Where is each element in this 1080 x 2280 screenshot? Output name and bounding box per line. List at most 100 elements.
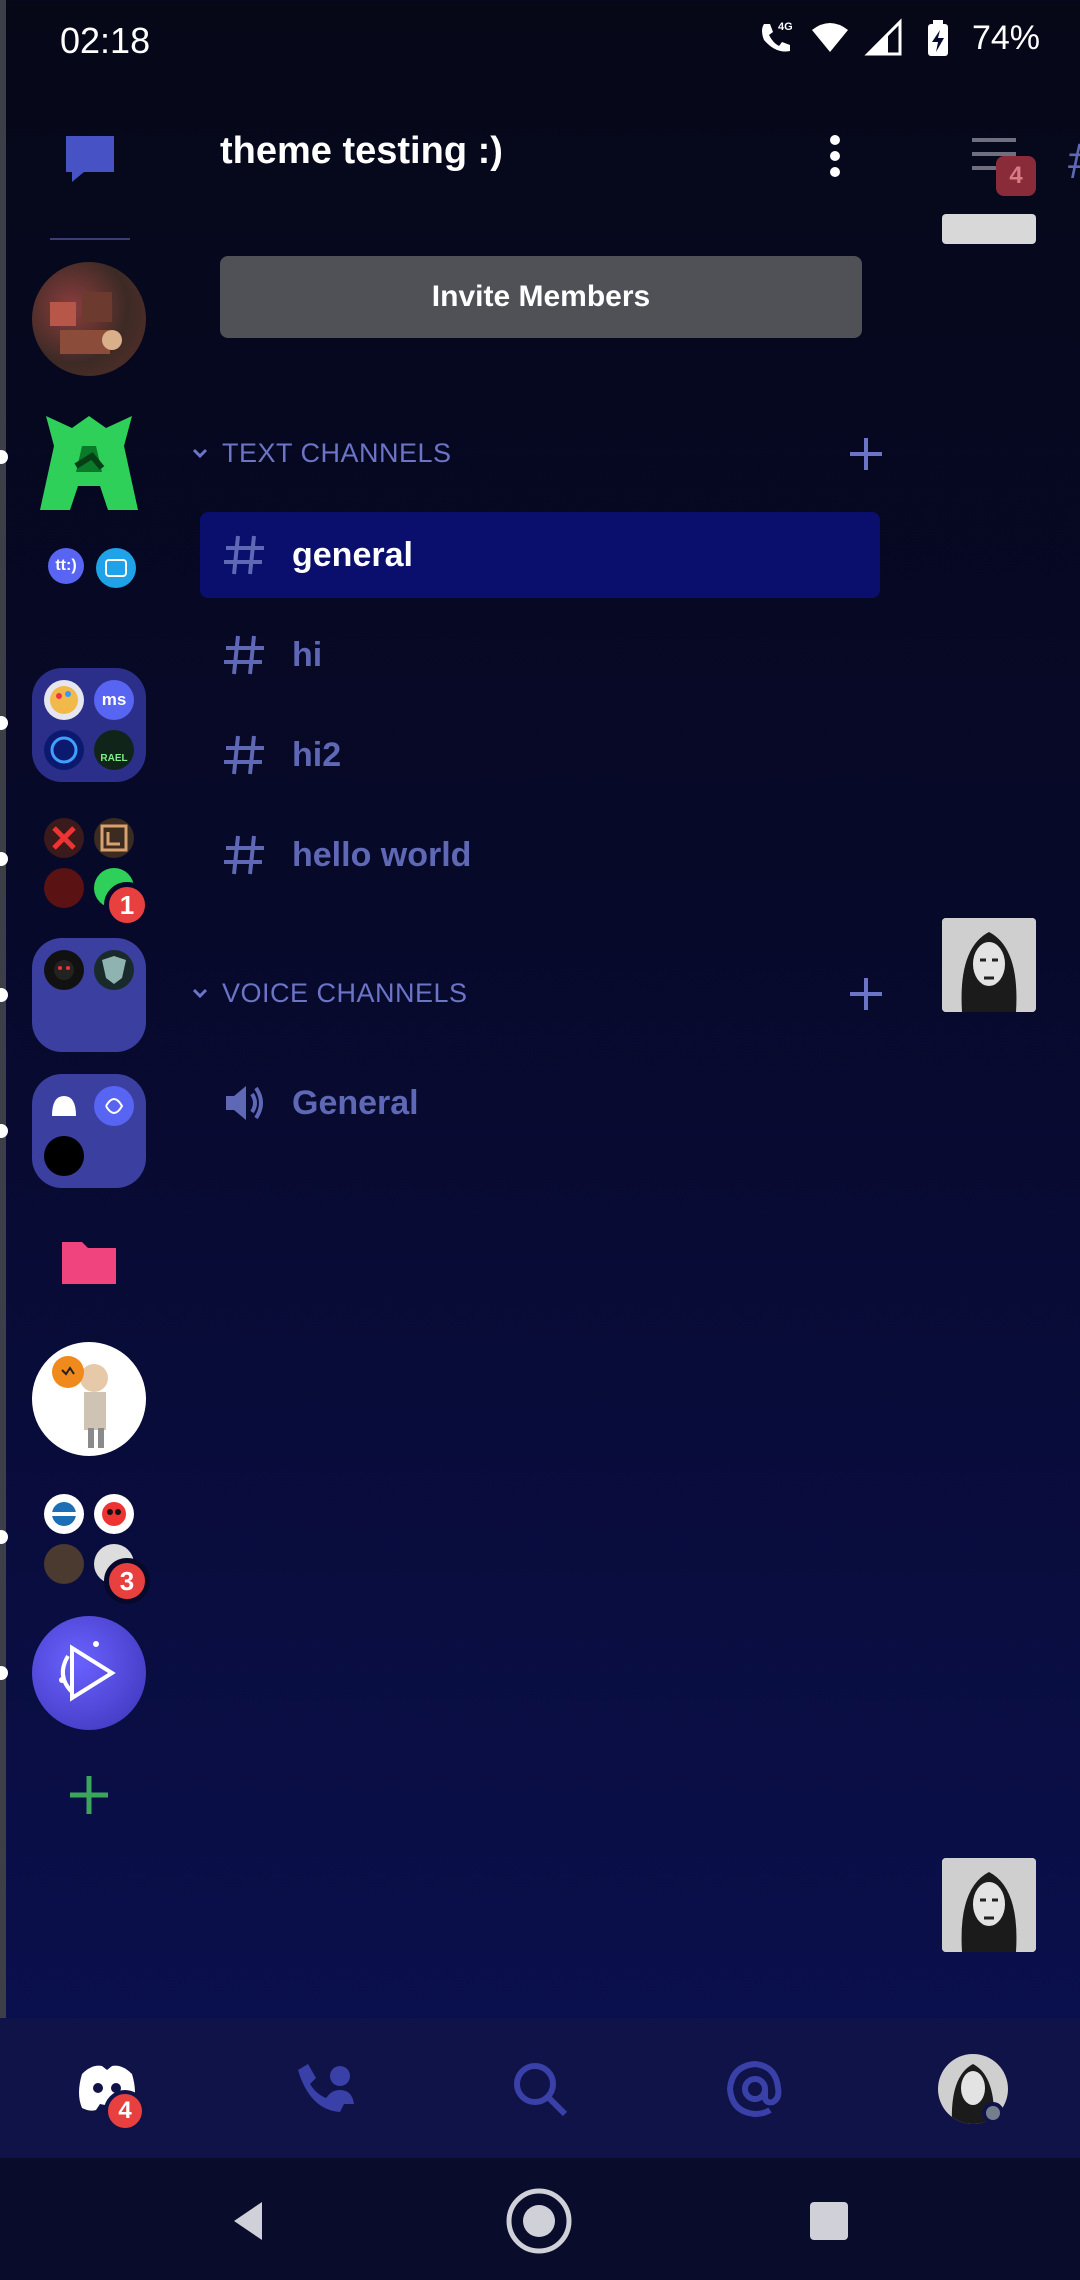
category-voice-channels[interactable]: VOICE CHANNELS xyxy=(188,968,888,1018)
status-offline-indicator xyxy=(982,2102,1004,2124)
channel-general[interactable]: general xyxy=(200,512,880,598)
character-avatar-image xyxy=(52,1356,108,1448)
channel-label: hello world xyxy=(292,835,472,874)
add-channel-icon[interactable] xyxy=(844,972,888,1016)
channel-label: General xyxy=(292,1083,419,1122)
battery-charging-icon xyxy=(927,20,948,56)
server-rail: tt:) ms RAEL 1 3 xyxy=(0,120,180,2000)
add-channel-icon[interactable] xyxy=(844,432,888,476)
folder-server-red xyxy=(44,868,84,908)
server-folder-4[interactable] xyxy=(32,1074,146,1188)
red-face-icon xyxy=(102,1502,126,1526)
server-folder-5[interactable]: 3 xyxy=(32,1482,150,1604)
members-badge: 4 xyxy=(996,156,1036,196)
ghost-logo-icon xyxy=(52,1096,76,1116)
shield-logo-icon xyxy=(102,956,126,984)
unread-pill xyxy=(0,852,8,866)
server-folder-3[interactable] xyxy=(32,938,146,1052)
server-folder-1[interactable]: ms RAEL xyxy=(32,668,146,782)
category-label: TEXT CHANNELS xyxy=(222,437,452,468)
blue-server-icon xyxy=(105,559,127,577)
folder-server-paint xyxy=(44,680,84,720)
folder-server-globe xyxy=(44,730,84,770)
unread-pill xyxy=(0,716,8,730)
chat-peek: 4 # xyxy=(920,110,1080,2010)
red-eye-icon xyxy=(54,960,74,980)
wifi-icon xyxy=(811,23,848,52)
category-text-channels[interactable]: TEXT CHANNELS xyxy=(188,428,888,478)
hash-icon xyxy=(224,835,264,875)
battery-percent: 74% xyxy=(971,18,1040,57)
home-badge: 4 xyxy=(104,2090,146,2132)
search-icon[interactable] xyxy=(505,2054,575,2124)
invite-members-button[interactable]: Invite Members xyxy=(220,256,862,338)
channel-label: general xyxy=(292,535,413,574)
guild-name[interactable]: theme testing :) xyxy=(220,130,503,173)
channel-hello-world[interactable]: hello world xyxy=(200,812,880,898)
ls-logo-icon xyxy=(100,824,128,852)
x-logo-icon xyxy=(52,826,76,850)
portrait-image xyxy=(942,918,1036,1012)
swirl-icon xyxy=(105,1098,124,1114)
message-avatar xyxy=(942,214,1036,244)
signal-icon xyxy=(864,18,902,56)
portrait-image xyxy=(942,1858,1036,1952)
channel-hi[interactable]: hi xyxy=(200,612,880,698)
voice-channel-general[interactable]: General xyxy=(200,1060,880,1146)
folder-server-red-face xyxy=(94,1494,134,1534)
unread-pill xyxy=(0,988,8,1002)
server-icon-play[interactable] xyxy=(32,1616,146,1730)
folder-server-blue-ring xyxy=(44,1494,84,1534)
chat-bubble-icon[interactable] xyxy=(62,134,118,184)
category-label: VOICE CHANNELS xyxy=(222,977,468,1008)
add-server-icon[interactable] xyxy=(62,1768,116,1822)
speaker-icon xyxy=(226,1086,263,1120)
server-photo-image xyxy=(50,292,122,354)
server-folder-2[interactable]: 1 xyxy=(32,806,150,928)
folder-server-ms: ms xyxy=(94,680,134,720)
folder-server-black xyxy=(44,1136,84,1176)
unread-pill xyxy=(0,450,8,464)
play-logo-icon xyxy=(59,1641,116,1702)
folder-server-shield xyxy=(94,950,134,990)
mini-server-blue[interactable] xyxy=(96,548,136,588)
channel-label: hi2 xyxy=(292,735,342,774)
mention-badge: 3 xyxy=(104,1558,150,1604)
mentions-icon[interactable] xyxy=(720,2054,790,2124)
server-icon-green-a[interactable] xyxy=(32,406,146,520)
folder-icon[interactable] xyxy=(60,1236,118,1286)
message-avatar xyxy=(942,918,1036,1012)
message-avatar xyxy=(942,1858,1036,1952)
folder-server-clyde xyxy=(44,1086,84,1126)
folder-server-dark-face xyxy=(44,950,84,990)
chevron-down-icon xyxy=(192,988,208,999)
palette-icon xyxy=(50,686,78,714)
channel-hi2[interactable]: hi2 xyxy=(200,712,880,798)
channel-panel: theme testing :) Invite Members TEXT CHA… xyxy=(180,110,920,2010)
unread-pill xyxy=(0,1530,8,1544)
folder-server-ls xyxy=(94,818,134,858)
unread-pill xyxy=(0,1124,8,1138)
status-icons: 4G 74% xyxy=(756,18,1040,58)
mini-server-tt[interactable]: tt:) xyxy=(48,548,84,584)
back-icon[interactable] xyxy=(214,2186,284,2256)
chevron-down-icon xyxy=(192,448,208,459)
folder-server-person xyxy=(44,1544,84,1584)
ring-logo-icon xyxy=(52,1502,76,1526)
server-icon-avatar[interactable] xyxy=(32,1342,146,1456)
unread-pill xyxy=(0,1666,8,1680)
server-icon-photo[interactable] xyxy=(32,262,146,376)
folder-server-swirl xyxy=(94,1086,134,1126)
channel-hash-icon: # xyxy=(1068,132,1080,190)
hash-icon xyxy=(224,535,264,575)
folder-server-rael: RAEL xyxy=(94,730,134,770)
hash-icon xyxy=(224,635,264,675)
home-nav-icon[interactable] xyxy=(504,2186,574,2256)
globe-icon xyxy=(50,736,78,764)
system-nav-bar xyxy=(0,2158,1080,2280)
recents-icon[interactable] xyxy=(794,2186,864,2256)
channel-label: hi xyxy=(292,635,323,674)
more-options-icon[interactable] xyxy=(820,132,850,182)
mention-badge: 1 xyxy=(104,882,150,928)
friends-icon[interactable] xyxy=(290,2054,360,2124)
